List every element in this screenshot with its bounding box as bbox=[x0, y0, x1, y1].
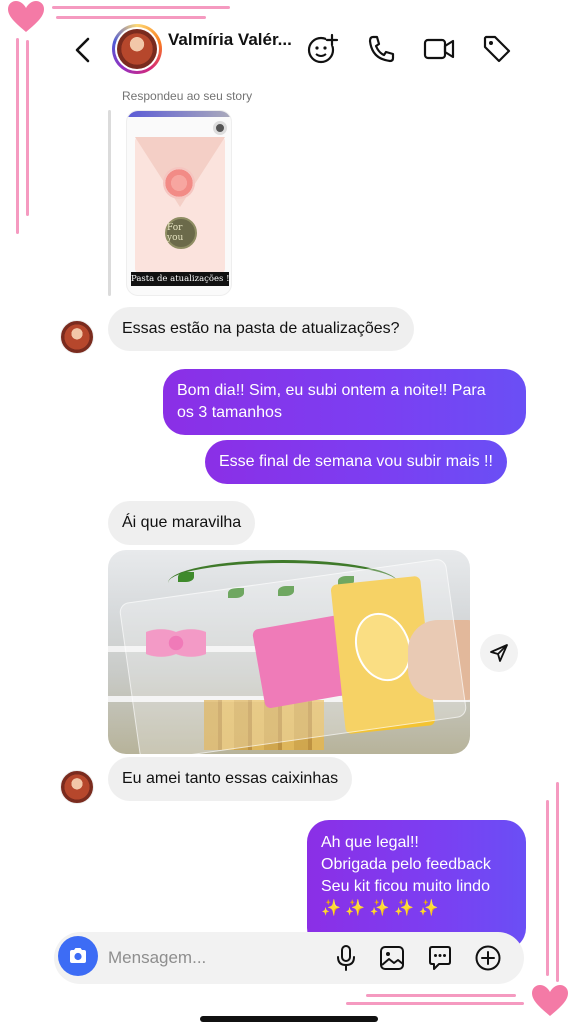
phone-icon bbox=[368, 35, 395, 63]
back-button[interactable] bbox=[68, 34, 100, 66]
heart-decoration-icon bbox=[532, 985, 568, 1016]
sticker-button[interactable] bbox=[424, 942, 456, 974]
story-envelope-image: For you bbox=[135, 137, 225, 273]
contact-name[interactable]: Valmíria Valér... bbox=[168, 30, 292, 50]
tag-button[interactable] bbox=[480, 32, 514, 66]
gallery-icon bbox=[380, 946, 404, 970]
message-text: Seu kit ficou muito lindo bbox=[321, 878, 490, 895]
message-text: Obrigada pelo feedback bbox=[321, 856, 491, 873]
story-caption: Pasta de atualizações !! bbox=[131, 272, 229, 286]
avatar-photo bbox=[117, 29, 157, 69]
message-bubble-incoming[interactable]: Ái que maravilha bbox=[108, 501, 256, 545]
flower-decoration bbox=[163, 167, 195, 199]
decor-line-bottom-2 bbox=[366, 994, 516, 997]
decor-line-right-2 bbox=[546, 800, 549, 976]
message-text: Eu amei tanto essas caixinhas bbox=[122, 770, 339, 787]
home-indicator[interactable] bbox=[200, 1016, 378, 1022]
message-input[interactable] bbox=[108, 932, 318, 984]
microphone-icon bbox=[337, 945, 355, 971]
plus-circle-icon bbox=[475, 945, 501, 971]
add-people-icon bbox=[307, 33, 339, 64]
add-people-button[interactable] bbox=[306, 32, 340, 66]
more-options-button[interactable] bbox=[472, 942, 504, 974]
camera-icon bbox=[70, 948, 86, 963]
message-text: Essas estão na pasta de atualizações? bbox=[122, 320, 400, 337]
sender-avatar[interactable] bbox=[60, 320, 94, 354]
video-camera-icon bbox=[423, 38, 455, 60]
story-reply-bar bbox=[108, 110, 111, 296]
message-text: os 3 tamanhos bbox=[177, 404, 282, 421]
share-button[interactable] bbox=[480, 634, 518, 672]
voice-message-button[interactable] bbox=[330, 942, 362, 974]
message-text: Esse final de semana vou subir mais !! bbox=[219, 453, 493, 470]
message-composer bbox=[54, 932, 524, 984]
sparkles-text: ✨ ✨ ✨ ✨ ✨ bbox=[321, 900, 439, 917]
audio-call-button[interactable] bbox=[364, 32, 398, 66]
message-text: Ah que legal!! bbox=[321, 834, 419, 851]
send-arrow-icon bbox=[490, 644, 508, 662]
message-text: Bom dia!! Sim, eu subi ontem a noite!! P… bbox=[177, 382, 486, 399]
message-bubble-incoming[interactable]: Essas estão na pasta de atualizações? bbox=[108, 307, 414, 351]
wax-seal: For you bbox=[165, 217, 197, 249]
camera-button[interactable] bbox=[58, 936, 98, 976]
message-bubble-outgoing[interactable]: Esse final de semana vou subir mais !! bbox=[205, 440, 507, 484]
chat-header: Valmíria Valér... bbox=[0, 0, 576, 88]
decor-line-right-1 bbox=[556, 782, 559, 982]
message-bubble-outgoing[interactable]: Ah que legal!! Obrigada pelo feedback Se… bbox=[307, 820, 526, 950]
gallery-button[interactable] bbox=[376, 942, 408, 974]
sticker-chat-icon bbox=[429, 946, 451, 970]
message-bubble-outgoing[interactable]: Bom dia!! Sim, eu subi ontem a noite!! P… bbox=[163, 369, 526, 435]
tag-icon bbox=[483, 35, 511, 63]
video-call-button[interactable] bbox=[422, 32, 456, 66]
story-reply-label: Respondeu ao seu story bbox=[122, 89, 253, 103]
message-text: Ái que maravilha bbox=[122, 514, 242, 531]
story-progress-bar bbox=[127, 111, 231, 117]
photo-message[interactable] bbox=[108, 550, 470, 754]
story-preview[interactable]: For you Pasta de atualizações !! bbox=[126, 110, 232, 296]
message-bubble-incoming[interactable]: Eu amei tanto essas caixinhas bbox=[108, 757, 353, 801]
back-arrow-icon bbox=[75, 37, 90, 63]
decor-line-bottom-1 bbox=[346, 1002, 524, 1005]
contact-avatar[interactable] bbox=[112, 24, 162, 74]
sender-avatar[interactable] bbox=[60, 770, 94, 804]
story-indicator-icon bbox=[213, 121, 227, 135]
